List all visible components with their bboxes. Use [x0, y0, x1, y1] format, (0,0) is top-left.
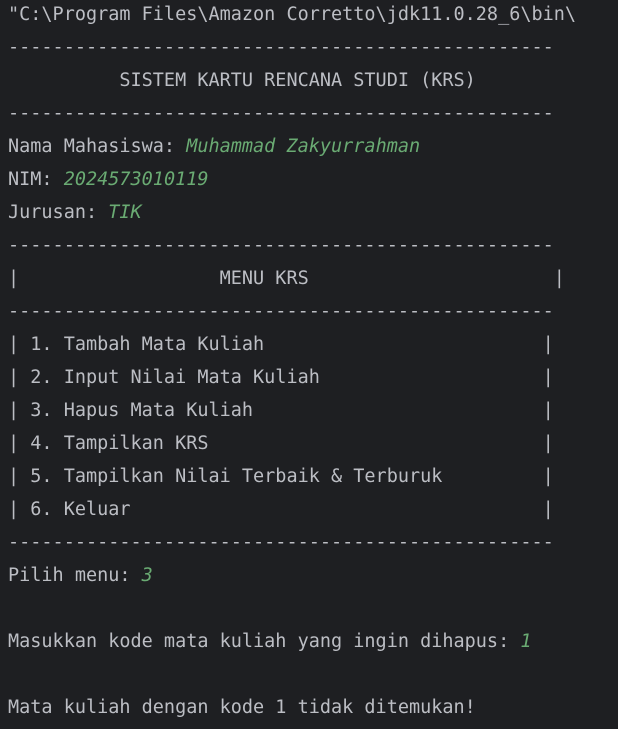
- separator-line: ----------------------------------------…: [8, 235, 554, 256]
- jurusan-value: TIK: [108, 202, 142, 223]
- app-title: SISTEM KARTU RENCANA STUDI (KRS): [8, 70, 476, 91]
- separator-line: ----------------------------------------…: [8, 301, 554, 322]
- nim-row: NIM: 2024573010119: [8, 165, 618, 198]
- nama-value: Muhammad Zakyurrahman: [186, 136, 421, 157]
- jurusan-row: Jurusan: TIK: [8, 198, 618, 231]
- nama-row: Nama Mahasiswa: Muhammad Zakyurrahman: [8, 132, 618, 165]
- pilih-menu-row: Pilih menu: 3: [8, 561, 618, 594]
- menu-item: | 3. Hapus Mata Kuliah |: [8, 400, 554, 421]
- jurusan-label: Jurusan:: [8, 202, 109, 223]
- nama-label: Nama Mahasiswa:: [8, 136, 187, 157]
- menu-header: | MENU KRS |: [8, 268, 565, 289]
- menu-item: | 6. Keluar |: [8, 499, 554, 520]
- run-console-output[interactable]: "C:\Program Files\Amazon Corretto\jdk11.…: [8, 0, 618, 729]
- menu-item: | 2. Input Nilai Mata Kuliah |: [8, 367, 554, 388]
- nim-value: 2024573010119: [63, 169, 209, 190]
- result-message: Mata kuliah dengan kode 1 tidak ditemuka…: [8, 697, 476, 718]
- hapus-input: 1: [520, 631, 532, 652]
- command-line: "C:\Program Files\Amazon Corretto\jdk11.…: [8, 4, 577, 25]
- separator-line: ----------------------------------------…: [8, 532, 554, 553]
- hapus-row: Masukkan kode mata kuliah yang ingin dih…: [8, 627, 618, 660]
- menu-item: | 1. Tambah Mata Kuliah |: [8, 334, 554, 355]
- menu-item: | 5. Tampilkan Nilai Terbaik & Terburuk …: [8, 466, 554, 487]
- separator-line: ----------------------------------------…: [8, 37, 554, 58]
- pilih-menu-input: 3: [141, 565, 153, 586]
- separator-line: ----------------------------------------…: [8, 103, 554, 124]
- pilih-menu-prompt: Pilih menu:: [8, 565, 142, 586]
- nim-label: NIM:: [8, 169, 64, 190]
- menu-item: | 4. Tampilkan KRS |: [8, 433, 554, 454]
- hapus-prompt: Masukkan kode mata kuliah yang ingin dih…: [8, 631, 521, 652]
